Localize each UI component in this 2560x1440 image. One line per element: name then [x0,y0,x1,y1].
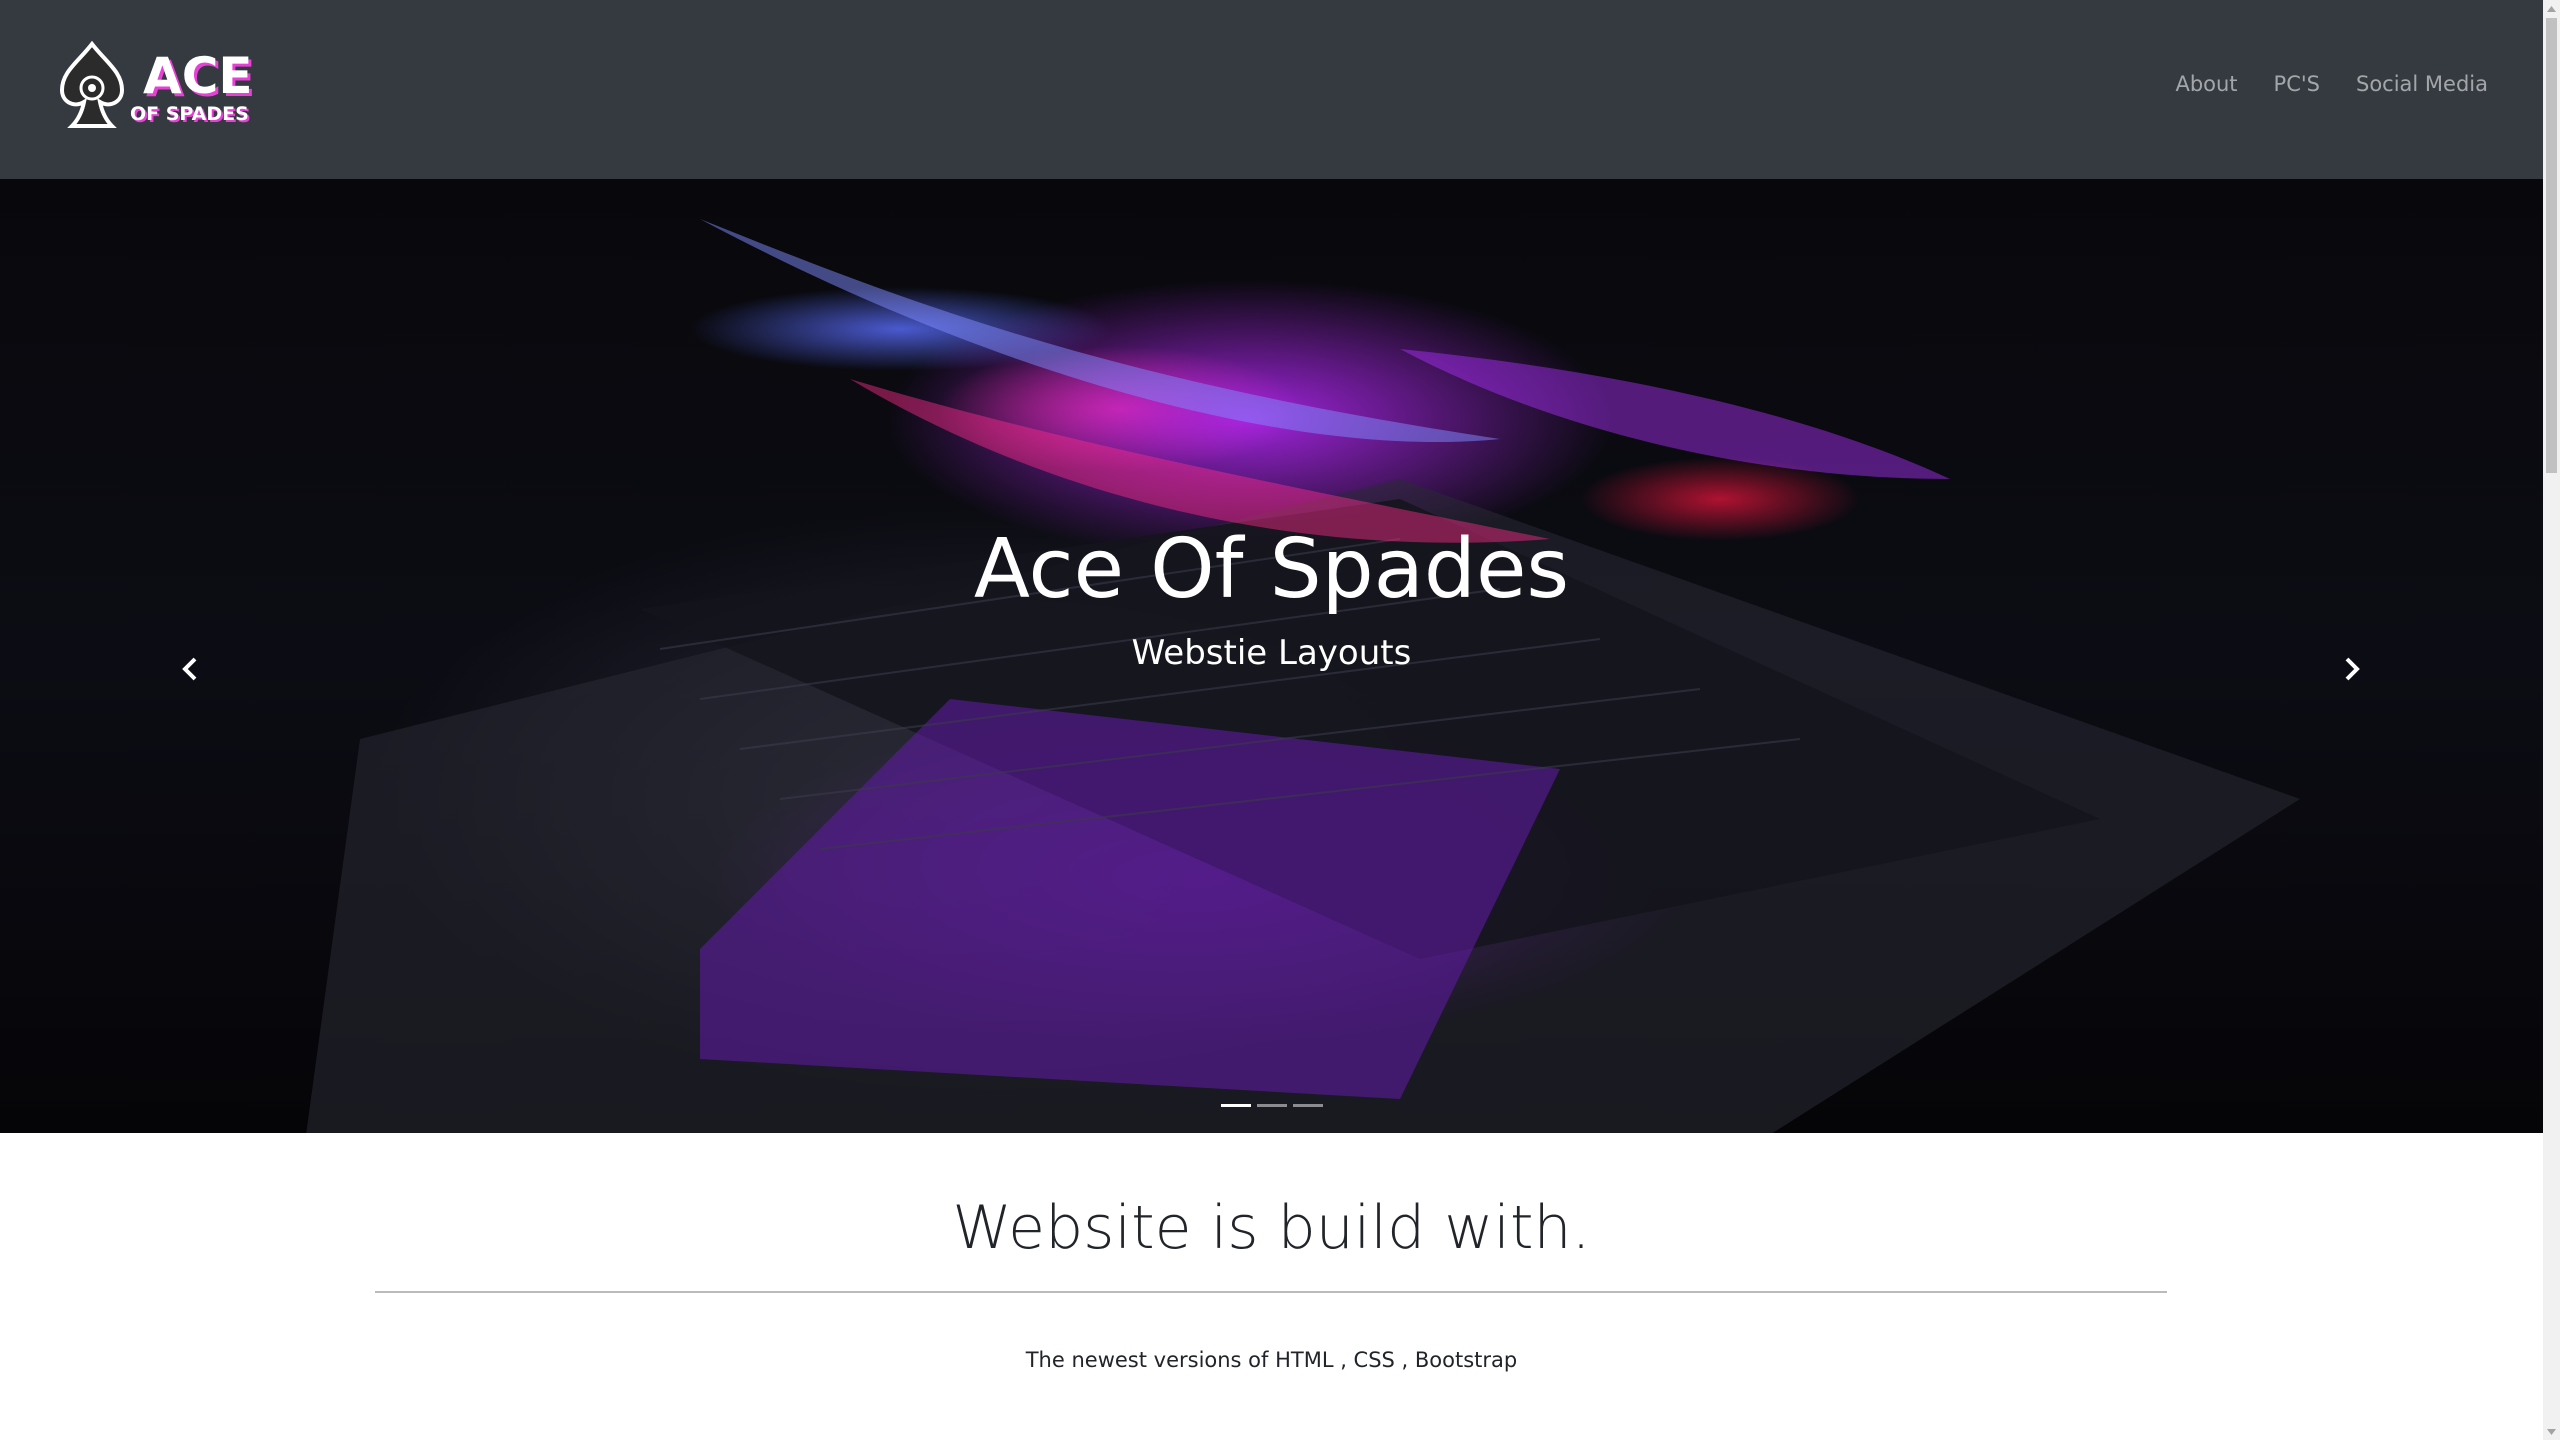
chevron-left-icon [182,657,197,681]
scroll-up-button[interactable] [2543,0,2560,17]
carousel-indicators [0,1104,2543,1107]
nav-links: About PC'S Social Media [2157,68,2488,100]
nav-link-pcs[interactable]: PC'S [2256,68,2338,100]
build-info-section: Website is build with. The newest versio… [0,1133,2543,1440]
page-scrollbar[interactable] [2543,0,2560,1440]
svg-text:OF SPADES: OF SPADES [130,103,249,125]
svg-text:ACE: ACE [143,47,253,105]
hero-subtitle: Webstie Layouts [1131,633,1412,673]
section-divider [375,1291,2167,1293]
scroll-thumb[interactable] [2546,18,2557,473]
carousel-indicator-1[interactable] [1220,1104,1251,1107]
carousel-next-button[interactable] [2322,639,2382,699]
nav-link-about[interactable]: About [2157,68,2255,100]
arrow-down-icon [2547,1428,2556,1435]
nav-link-social-media[interactable]: Social Media [2338,68,2488,100]
hero-title: Ace Of Spades [973,522,1570,617]
hero-carousel: Ace Of Spades Webstie Layouts [0,179,2543,1133]
navbar: ACE ACE OF SPADES OF SPADES About PC'S S… [0,0,2543,179]
carousel-indicator-3[interactable] [1292,1104,1323,1107]
section-text: The newest versions of HTML , CSS , Boot… [1025,1348,1518,1372]
brand-logo[interactable]: ACE ACE OF SPADES OF SPADES [58,38,288,138]
carousel-indicator-2[interactable] [1256,1104,1287,1107]
carousel-prev-button[interactable] [160,639,220,699]
section-heading: Website is build with. [952,1193,1591,1263]
chevron-right-icon [2345,657,2360,681]
scroll-down-button[interactable] [2543,1423,2560,1440]
ace-of-spades-logo-icon: ACE ACE OF SPADES OF SPADES [59,40,256,128]
hero-caption: Ace Of Spades Webstie Layouts [0,522,2543,674]
arrow-up-icon [2547,5,2556,12]
